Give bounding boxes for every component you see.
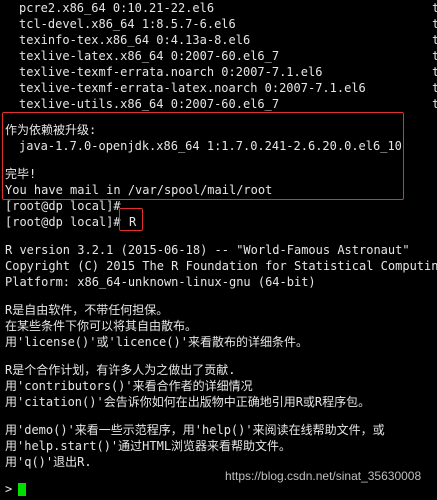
help-line: 用'demo()'来看一些示范程序，用'help()'来阅读在线帮助文件，或 [5,423,385,437]
collab-line: 用'contributors()'来看合作者的详细情况 [5,379,253,393]
package-line: texinfo-tex.x86_64 0:4.13a-8.el6 [19,33,251,47]
watermark-text: https://blog.csdn.net/sinat_35630008 [225,469,422,483]
package-line: pcre2.x86_64 0:10.21-22.el6 [19,1,215,15]
free-software-line: R是自由软件，不带任何担保。 [5,303,169,317]
upgraded-header: 作为依赖被升级: [5,123,97,137]
complete-message: 完毕! [5,167,37,181]
truncated-column-char: t [432,81,437,95]
truncated-column-char: t [432,1,437,15]
upgraded-package: java-1.7.0-openjdk.x86_64 1:1.7.0.241-2.… [19,139,402,153]
free-software-line: 在某些条件下你可以将其自由散布。 [5,319,198,333]
truncated-column-char: t [432,97,437,111]
r-copyright: Copyright (C) 2015 The R Foundation for … [5,259,437,273]
package-line: texlive-texmf-errata.noarch 0:2007-7.1.e… [19,65,323,79]
shell-prompt: [root@dp local]# [5,199,121,213]
shell-prompt: [root@dp local]# [5,215,121,229]
truncated-column-char: t [432,65,437,79]
package-line: texlive-latex.x86_64 0:2007-60.el6_7 [19,49,280,63]
truncated-column-char: t [432,49,437,63]
package-line: tcl-devel.x86_64 1:8.5.7-6.el6 [19,17,236,31]
terminal-cursor[interactable] [18,483,26,496]
collab-line: 用'citation()'会告诉你如何在出版物中正确地引用R或R程序包。 [5,395,371,409]
r-version: R version 3.2.1 (2015-06-18) -- "World-F… [5,243,410,257]
package-line: texlive-utils.x86_64 0:2007-60.el6_7 [19,97,280,111]
truncated-column-char: t [432,17,437,31]
terminal-window[interactable]: pcre2.x86_64 0:10.21-22.el6 tcl-devel.x8… [0,0,437,500]
collab-line: R是个合作计划，有许多人为之做出了贡献. [5,363,236,377]
truncated-column-char: t [432,33,437,47]
help-line: 用'q()'退出R. [5,455,92,469]
command-text: R [129,215,137,229]
free-software-line: 用'license()'或'licence()'来看散布的详细条件。 [5,335,308,349]
package-line: texlive-texmf-errata-latex.noarch 0:2007… [19,81,366,95]
r-prompt: > [5,482,13,496]
r-platform: Platform: x86_64-unknown-linux-gnu (64-b… [5,275,316,289]
mail-notice: You have mail in /var/spool/mail/root [5,183,273,197]
help-line: 用'help.start()'通过HTML浏览器来看帮助文件。 [5,439,292,453]
